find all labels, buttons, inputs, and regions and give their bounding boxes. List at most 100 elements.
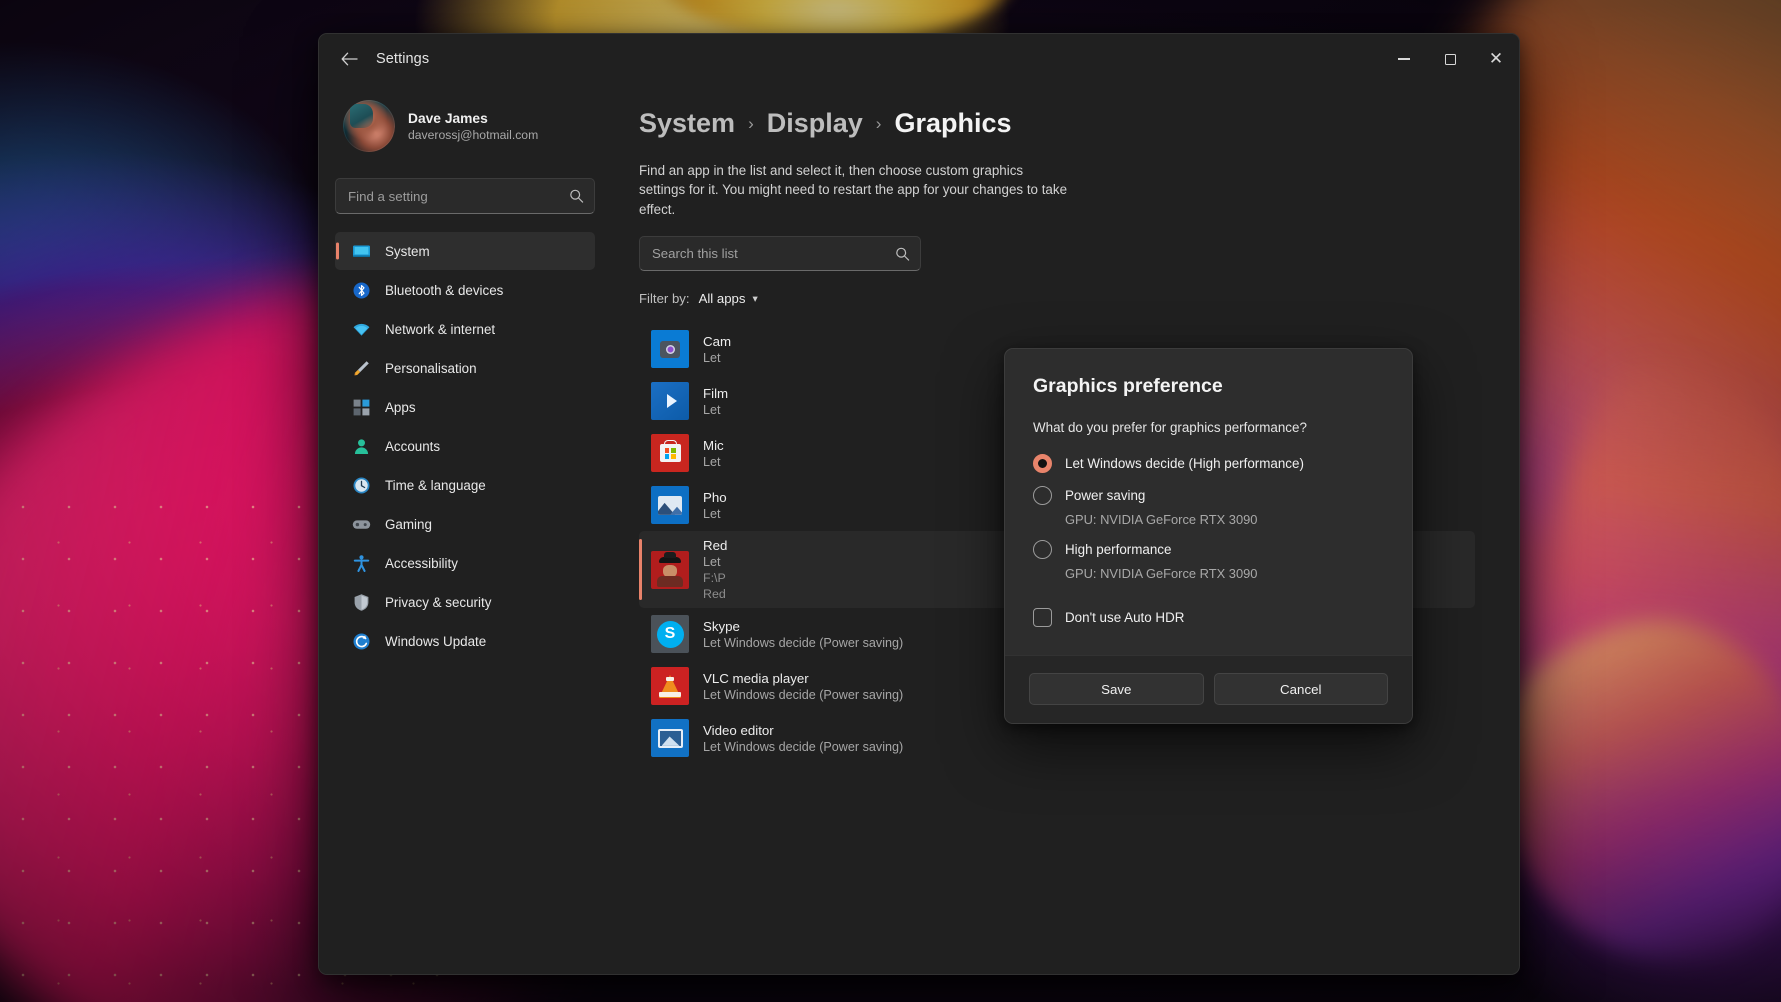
cancel-button[interactable]: Cancel <box>1213 673 1388 705</box>
app-name: Red <box>703 538 728 554</box>
sidebar-item-label: Network & internet <box>385 321 496 337</box>
list-search-container <box>639 236 921 272</box>
avatar <box>343 100 395 152</box>
sidebar-item-label: Time & language <box>385 477 486 493</box>
settings-window: Settings ✕ Dave James daverossj@hotmail.… <box>318 33 1520 975</box>
search-input[interactable] <box>335 178 595 214</box>
auto-hdr-checkbox[interactable] <box>1033 607 1052 627</box>
dialog-content: Graphics preference What do you prefer f… <box>1005 349 1412 655</box>
gpu-note: GPU: NVIDIA GeForce RTX 3090 <box>1065 566 1258 581</box>
account-name: Dave James <box>408 110 488 126</box>
maximize-button[interactable] <box>1427 34 1473 84</box>
breadcrumb-separator: › <box>748 113 754 133</box>
graphics-preference-radio-group: Let Windows decide (High performance) Pow… <box>1033 447 1384 587</box>
find-setting-container <box>335 178 595 214</box>
sidebar-item-label: Bluetooth & devices <box>385 282 504 298</box>
films-app-icon <box>651 382 689 421</box>
app-name: VLC media player <box>703 670 809 686</box>
graphics-preference-dialog: Graphics preference What do you prefer f… <box>1004 348 1413 724</box>
radio-option-label: Power saving <box>1065 487 1146 503</box>
dialog-question: What do you prefer for graphics performa… <box>1033 420 1307 435</box>
app-preference-status: Let Windows decide (Power saving) <box>703 687 904 702</box>
save-button[interactable]: Save <box>1029 673 1204 705</box>
sidebar-item-apps[interactable]: Apps <box>335 388 595 426</box>
window-body: Dave James daverossj@hotmail.com System B… <box>319 84 1519 974</box>
sidebar-item-bluetooth-devices[interactable]: Bluetooth & devices <box>335 271 595 309</box>
filter-value: All apps <box>698 291 746 307</box>
minimize-icon <box>1398 58 1410 60</box>
radio-option-label: Let Windows decide (High performance) <box>1065 455 1304 471</box>
wifi-icon <box>351 319 371 339</box>
sidebar-nav-list: System Bluetooth & devices Network & inter… <box>335 232 595 660</box>
vlc-app-icon <box>651 667 689 706</box>
app-preference-status: Let <box>703 506 721 521</box>
shield-icon <box>351 592 371 612</box>
desktop-wallpaper: Settings ✕ Dave James daverossj@hotmail.… <box>0 0 1781 1002</box>
breadcrumb-item-system[interactable]: System <box>639 108 735 139</box>
sidebar-item-label: Apps <box>385 399 416 415</box>
filter-row: Filter by: All apps ▾ <box>639 288 1475 309</box>
sidebar-item-label: System <box>385 243 430 259</box>
sidebar-item-label: Accessibility <box>385 555 458 571</box>
accessibility-icon <box>351 553 371 573</box>
sidebar-item-label: Personalisation <box>385 360 477 376</box>
chevron-down-icon: ▾ <box>752 292 758 305</box>
account-email: daverossj@hotmail.com <box>408 127 539 142</box>
radio-option-1[interactable]: Power saving <box>1033 479 1384 511</box>
auto-hdr-label: Don't use Auto HDR <box>1065 609 1185 625</box>
filter-dropdown[interactable]: All apps ▾ <box>696 288 763 309</box>
gpu-note: GPU: NVIDIA GeForce RTX 3090 <box>1065 512 1258 527</box>
radio-option-0[interactable]: Let Windows decide (High performance) <box>1033 447 1384 479</box>
radio-unchecked-icon[interactable] <box>1033 485 1052 505</box>
sidebar-item-privacy-security[interactable]: Privacy & security <box>335 583 595 621</box>
app-name: Cam <box>703 333 732 349</box>
app-preference-status: Let Windows decide (Power saving) <box>703 635 904 650</box>
bluetooth-icon <box>351 280 371 300</box>
dialog-title: Graphics preference <box>1033 375 1223 397</box>
sidebar-item-personalisation[interactable]: Personalisation <box>335 349 595 387</box>
window-title-bar: Settings ✕ <box>319 34 1519 84</box>
app-preference-status: Let Windows decide (Power saving) <box>703 739 904 754</box>
window-controls: ✕ <box>1381 34 1519 84</box>
sidebar-item-label: Gaming <box>385 516 432 532</box>
clock-icon <box>351 475 371 495</box>
apps-grid-icon <box>351 397 371 417</box>
app-name: Film <box>703 385 729 401</box>
sidebar-item-windows-update[interactable]: Windows Update <box>335 622 595 660</box>
breadcrumb-item-display[interactable]: Display <box>767 108 863 139</box>
camera-app-icon <box>651 330 689 369</box>
sidebar-item-gaming[interactable]: Gaming <box>335 505 595 543</box>
photos-app-icon <box>651 486 689 525</box>
radio-unchecked-icon[interactable] <box>1033 539 1052 559</box>
minimize-button[interactable] <box>1381 34 1427 84</box>
sidebar-item-label: Windows Update <box>385 633 487 649</box>
breadcrumb-separator: › <box>875 113 882 133</box>
sidebar-item-accounts[interactable]: Accounts <box>335 427 595 465</box>
app-name: Video editor <box>703 722 774 738</box>
close-button[interactable]: ✕ <box>1473 34 1519 84</box>
sidebar-item-time-language[interactable]: Time & language <box>335 466 595 504</box>
app-title: Settings <box>376 51 430 67</box>
app-name: Mic <box>703 437 724 453</box>
sidebar-item-network-internet[interactable]: Network & internet <box>335 310 595 348</box>
app-preference-status: Let <box>703 350 721 365</box>
page-description: Find an app in the list and select it, t… <box>639 163 1068 217</box>
breadcrumb: System › Display › Graphics <box>639 108 1475 139</box>
app-path-line2: Red <box>703 587 726 602</box>
sidebar-item-accessibility[interactable]: Accessibility <box>335 544 595 582</box>
radio-option-label: High performance <box>1065 541 1172 557</box>
sidebar-item-system[interactable]: System <box>335 232 595 270</box>
auto-hdr-checkbox-row[interactable]: Don't use Auto HDR <box>1033 603 1384 631</box>
list-search-input[interactable] <box>639 236 921 272</box>
account-card[interactable]: Dave James daverossj@hotmail.com <box>335 94 595 158</box>
app-preference-status: Let <box>703 454 721 469</box>
back-button[interactable] <box>332 42 366 76</box>
dialog-footer: Save Cancel <box>1005 655 1412 723</box>
radio-option-2[interactable]: High performance <box>1033 533 1384 565</box>
filter-label: Filter by: <box>639 291 690 307</box>
app-preference-status: Let <box>703 555 721 570</box>
close-icon: ✕ <box>1488 48 1504 69</box>
monitor-icon <box>351 241 371 261</box>
radio-checked-icon[interactable] <box>1033 453 1052 473</box>
rdr-app-icon <box>651 550 689 589</box>
